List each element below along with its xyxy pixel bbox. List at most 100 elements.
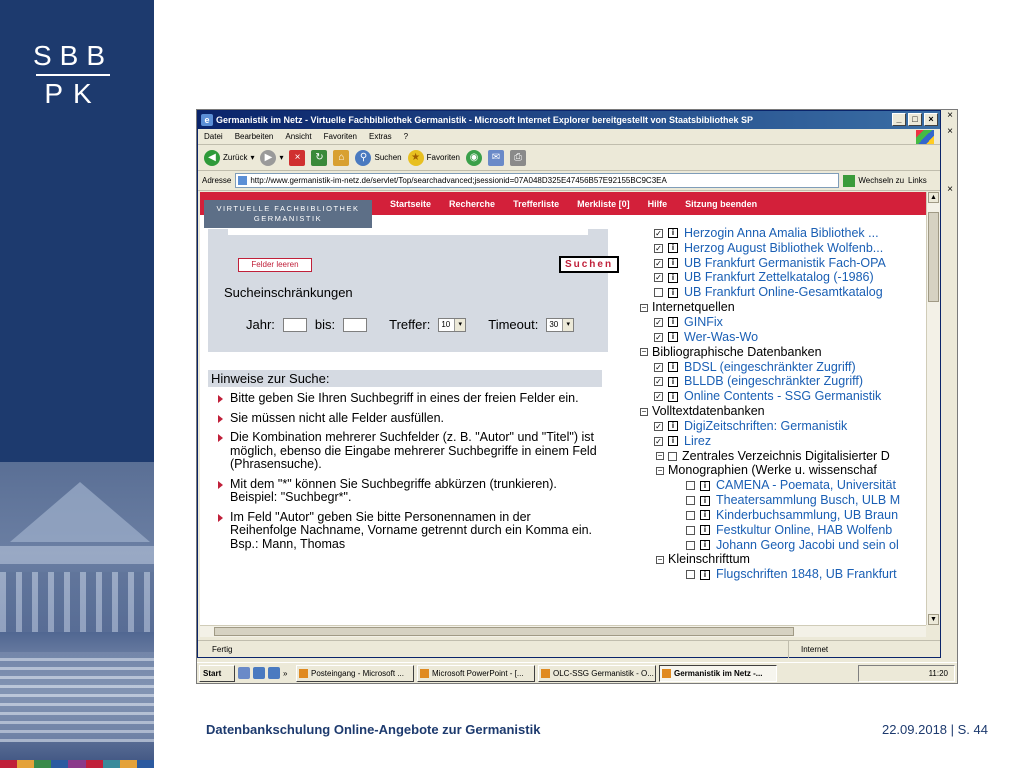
- home-icon[interactable]: ⌂: [333, 149, 350, 166]
- info-icon[interactable]: i: [700, 525, 710, 536]
- collapse-icon[interactable]: −: [656, 555, 664, 564]
- tree-item-label[interactable]: Flugschriften 1848, UB Frankfurt: [716, 567, 897, 582]
- tree-group[interactable]: − Internetquellen: [640, 300, 926, 315]
- ie-quicklaunch-icon[interactable]: [253, 667, 265, 679]
- collapse-icon[interactable]: −: [640, 303, 648, 312]
- minimize-button[interactable]: _: [892, 113, 906, 126]
- tree-item[interactable]: i UB Frankfurt Online-Gesamtkatalog: [640, 285, 926, 300]
- tree-item-label[interactable]: BLLDB (eingeschränkter Zugriff): [684, 374, 863, 389]
- tree-item[interactable]: ✓ i UB Frankfurt Zettelkatalog (-1986): [640, 270, 926, 286]
- vertical-scrollbar[interactable]: ▲ ▼: [926, 192, 940, 625]
- info-icon[interactable]: i: [668, 376, 678, 387]
- tree-group[interactable]: − Volltextdatenbanken: [640, 404, 926, 419]
- quicklaunch-icon[interactable]: [238, 667, 250, 679]
- tree-item-label[interactable]: UB Frankfurt Online-Gesamtkatalog: [684, 285, 883, 300]
- menu-ansicht[interactable]: Ansicht: [285, 129, 311, 144]
- info-icon[interactable]: i: [668, 362, 678, 373]
- tree-item-label[interactable]: Johann Georg Jacobi und sein ol: [716, 538, 899, 553]
- info-icon[interactable]: i: [668, 421, 678, 432]
- forward-button[interactable]: ▶ ▾: [260, 149, 283, 166]
- info-icon[interactable]: i: [668, 317, 678, 328]
- info-icon[interactable]: i: [700, 540, 710, 551]
- info-icon[interactable]: i: [700, 495, 710, 506]
- tree-item-label[interactable]: Wer-Was-Wo: [684, 330, 758, 345]
- tree-checkbox[interactable]: [686, 496, 695, 506]
- tree-checkbox[interactable]: ✓: [654, 421, 663, 431]
- go-button[interactable]: Wechseln zu: [843, 174, 904, 187]
- info-icon[interactable]: i: [668, 243, 678, 254]
- collapse-icon[interactable]: −: [640, 348, 648, 357]
- tree-checkbox[interactable]: [686, 510, 695, 520]
- tree-item[interactable]: i Kinderbuchsammlung, UB Braun: [640, 508, 926, 523]
- tree-item-label[interactable]: BDSL (eingeschränkter Zugriff): [684, 360, 856, 375]
- tree-checkbox[interactable]: [686, 570, 695, 580]
- collapse-icon[interactable]: −: [656, 452, 664, 461]
- info-icon[interactable]: i: [668, 391, 678, 402]
- tree-item[interactable]: ✓ i Lirez: [640, 434, 926, 449]
- tree-checkbox[interactable]: ✓: [654, 317, 663, 327]
- tree-item[interactable]: ✓ i DigiZeitschriften: Germanistik: [640, 419, 926, 434]
- chevron-icon[interactable]: »: [283, 669, 293, 678]
- nav-merkliste[interactable]: Merkliste [0]: [577, 199, 630, 209]
- tree-item[interactable]: i Johann Georg Jacobi und sein ol: [640, 538, 926, 553]
- tree-checkbox[interactable]: ✓: [654, 436, 663, 446]
- tree-checkbox[interactable]: ✓: [654, 273, 663, 283]
- menu-bearbeiten[interactable]: Bearbeiten: [235, 129, 274, 144]
- tree-group[interactable]: − Bibliographische Datenbanken: [640, 345, 926, 360]
- task-olc-ssg[interactable]: OLC-SSG Germanistik - O...: [538, 664, 656, 682]
- hscroll-thumb[interactable]: [214, 627, 794, 636]
- timeout-select[interactable]: 30 ▾: [546, 317, 575, 332]
- info-icon[interactable]: i: [700, 569, 710, 580]
- tree-checkbox[interactable]: ✓: [654, 392, 663, 402]
- nav-trefferliste[interactable]: Trefferliste: [513, 199, 559, 209]
- collapse-icon[interactable]: −: [656, 466, 664, 475]
- tree-item-label[interactable]: UB Frankfurt Zettelkatalog (-1986): [684, 270, 874, 285]
- task-posteingang[interactable]: Posteingang - Microsoft ...: [296, 664, 414, 682]
- tree-item-label[interactable]: UB Frankfurt Germanistik Fach-OPA: [684, 256, 886, 271]
- task-germanistik[interactable]: Germanistik im Netz -...: [659, 664, 777, 682]
- close-icon[interactable]: ×: [943, 110, 957, 123]
- tree-checkbox[interactable]: [686, 525, 695, 535]
- print-icon[interactable]: ⎙: [509, 149, 526, 166]
- tree-item[interactable]: i Festkultur Online, HAB Wolfenb: [640, 523, 926, 538]
- search-submit-button[interactable]: Suchen: [559, 256, 619, 273]
- scroll-down-icon[interactable]: ▼: [928, 614, 939, 625]
- tree-item[interactable]: i Flugschriften 1848, UB Frankfurt: [640, 567, 926, 582]
- tree-item-label[interactable]: Online Contents - SSG Germanistik: [684, 389, 881, 404]
- tree-item-label[interactable]: Theatersammlung Busch, ULB M: [716, 493, 900, 508]
- hits-select[interactable]: 10 ▾: [438, 317, 467, 332]
- scroll-up-icon[interactable]: ▲: [928, 192, 939, 203]
- tree-item-label[interactable]: Herzog August Bibliothek Wolfenb...: [684, 241, 883, 256]
- info-icon[interactable]: i: [668, 436, 678, 447]
- tree-item[interactable]: ✓ i Wer-Was-Wo: [640, 330, 926, 345]
- start-button[interactable]: Start: [199, 664, 235, 682]
- media-icon[interactable]: ◉: [465, 149, 482, 166]
- mail-icon[interactable]: ✉: [487, 149, 504, 166]
- tree-checkbox[interactable]: ✓: [654, 258, 663, 268]
- tree-checkbox[interactable]: ✓: [654, 243, 663, 253]
- favorites-button[interactable]: ★ Favoriten: [407, 149, 460, 166]
- back-button[interactable]: ◀ Zurück ▾: [204, 149, 254, 166]
- nav-startseite[interactable]: Startseite: [390, 199, 431, 209]
- tree-checkbox[interactable]: ✓: [654, 377, 663, 387]
- close-button[interactable]: ×: [924, 113, 938, 126]
- info-icon[interactable]: i: [668, 228, 678, 239]
- tree-group[interactable]: − Kleinschrifttum: [640, 552, 926, 568]
- tree-item[interactable]: ✓ i Herzogin Anna Amalia Bibliothek ...: [640, 226, 926, 241]
- tree-checkbox[interactable]: [668, 451, 677, 461]
- tree-group[interactable]: − Zentrales Verzeichnis Digitalisierter D: [640, 449, 926, 464]
- info-icon[interactable]: i: [668, 272, 678, 283]
- address-input[interactable]: http://www.germanistik-im-netz.de/servle…: [235, 173, 840, 188]
- task-powerpoint[interactable]: Microsoft PowerPoint - [...: [417, 664, 535, 682]
- tree-item[interactable]: i CAMENA - Poemata, Universität: [640, 478, 926, 493]
- tree-checkbox[interactable]: ✓: [654, 332, 663, 342]
- tree-item-label[interactable]: CAMENA - Poemata, Universität: [716, 478, 896, 493]
- ie-quicklaunch-icon[interactable]: [268, 667, 280, 679]
- vifa-logo[interactable]: VIRTUELLE FACHBIBLIOTHEK GERMANISTIK: [204, 200, 372, 228]
- tree-item-label[interactable]: Herzogin Anna Amalia Bibliothek ...: [684, 226, 879, 241]
- tree-checkbox[interactable]: [686, 481, 695, 491]
- info-icon[interactable]: i: [668, 287, 678, 298]
- tree-checkbox[interactable]: [654, 288, 663, 298]
- menu-favoriten[interactable]: Favoriten: [324, 129, 357, 144]
- links-button[interactable]: Links: [908, 176, 927, 185]
